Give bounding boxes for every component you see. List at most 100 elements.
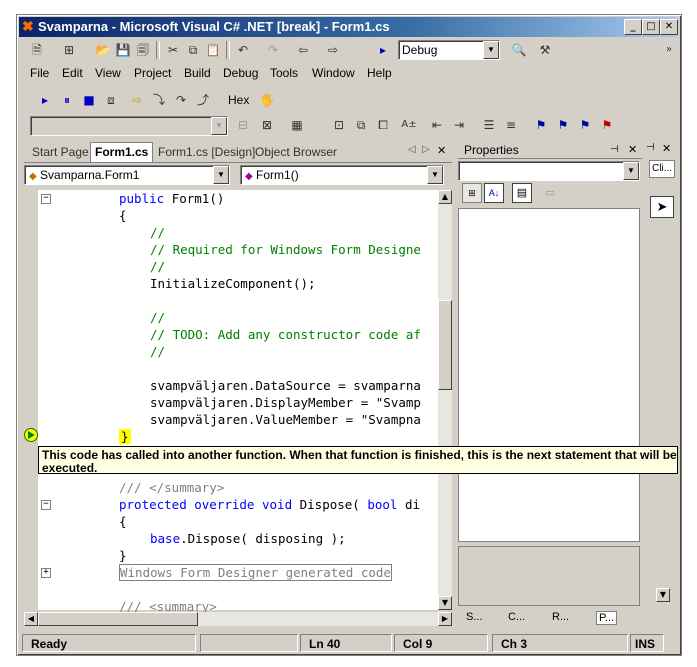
- pin-icon[interactable]: ⊣: [646, 142, 655, 153]
- stop-debugging-icon[interactable]: ■: [80, 91, 98, 109]
- toolbar-overflow-icon[interactable]: »: [660, 41, 678, 59]
- class-combo[interactable]: ◆ Svamparna.Form1 ▼: [24, 165, 230, 185]
- chevron-down-icon[interactable]: ▼: [427, 166, 443, 184]
- current-statement-arrow-icon[interactable]: [24, 428, 38, 442]
- scroll-left-icon[interactable]: ◀: [24, 612, 38, 626]
- menu-edit[interactable]: Edit: [62, 66, 83, 80]
- clipboard-ring-tab[interactable]: Cli...: [649, 160, 675, 178]
- categorized-icon[interactable]: ⊞: [462, 183, 482, 203]
- close-button[interactable]: ✕: [660, 19, 678, 35]
- menu-window[interactable]: Window: [312, 66, 355, 80]
- format-icon[interactable]: ⊠: [258, 116, 276, 134]
- editor-vertical-scrollbar[interactable]: ▲ ▼: [438, 190, 452, 610]
- tab-next-icon[interactable]: ▷: [422, 144, 430, 155]
- class-view-icon[interactable]: ⧉: [352, 116, 370, 134]
- tab-object-browser[interactable]: Object Browser: [251, 144, 341, 160]
- start-icon[interactable]: ▸: [374, 41, 392, 59]
- menu-file[interactable]: File: [30, 66, 49, 80]
- bookmark-icon[interactable]: ⊡: [330, 116, 348, 134]
- hex-toggle-button[interactable]: Hex: [228, 93, 249, 107]
- editor-horizontal-scrollbar[interactable]: ◀ ▶: [24, 612, 452, 626]
- alphabetical-icon[interactable]: A↓: [484, 183, 504, 203]
- menu-help[interactable]: Help: [367, 66, 392, 80]
- tab-form1-design[interactable]: Form1.cs [Design]: [154, 144, 259, 160]
- step-out-icon[interactable]: ⤴: [194, 91, 212, 109]
- navigate-back-icon[interactable]: ⇦: [294, 41, 312, 59]
- tab-prev-icon[interactable]: ◁: [408, 144, 416, 155]
- events-icon: ▭: [544, 187, 556, 199]
- pointer-icon[interactable]: ➤: [650, 196, 674, 218]
- solution-explorer-tab[interactable]: S...: [466, 611, 483, 623]
- code-line: //: [150, 224, 165, 241]
- pin-icon[interactable]: ⊣: [610, 142, 619, 158]
- comment-icon[interactable]: ☰: [480, 116, 498, 134]
- diagram-icon[interactable]: ⧠: [374, 116, 392, 134]
- font-size-icon[interactable]: A±: [400, 116, 418, 134]
- step-into-icon[interactable]: ⤵: [150, 91, 168, 109]
- solution-config-combo[interactable]: Debug ▼: [398, 40, 500, 60]
- uncomment-icon[interactable]: ≡: [502, 116, 520, 134]
- resource-view-tab[interactable]: R...: [552, 611, 569, 623]
- paste-icon[interactable]: 📋: [204, 41, 222, 59]
- break-all-icon[interactable]: ⏸: [58, 91, 76, 109]
- menu-build[interactable]: Build: [184, 66, 211, 80]
- show-next-statement-icon[interactable]: ⇨: [128, 91, 146, 109]
- clear-bookmarks-icon[interactable]: ⚑: [598, 116, 616, 134]
- indent-icon[interactable]: ⇥: [450, 116, 468, 134]
- code-token: //: [150, 225, 166, 240]
- step-over-icon[interactable]: ↷: [172, 91, 190, 109]
- code-token: base: [150, 531, 181, 546]
- scroll-down-icon[interactable]: ▼: [656, 588, 670, 602]
- breakpoints-icon[interactable]: 🖐: [258, 91, 276, 109]
- tab-start-page[interactable]: Start Page: [28, 144, 93, 160]
- properties-view-icon[interactable]: ▤: [512, 183, 532, 203]
- find-in-files-icon[interactable]: 🔍: [510, 41, 528, 59]
- restart-icon[interactable]: ⧈: [102, 91, 120, 109]
- copy-icon[interactable]: ⧉: [184, 41, 202, 59]
- properties-close-icon[interactable]: ✕: [628, 142, 637, 158]
- toolbox-close-icon[interactable]: ✕: [662, 142, 671, 155]
- minimize-button[interactable]: _: [624, 19, 642, 35]
- scroll-right-icon[interactable]: ▶: [438, 612, 452, 626]
- menu-view[interactable]: View: [95, 66, 121, 80]
- undo-icon[interactable]: ↶: [234, 41, 252, 59]
- add-item-icon[interactable]: ⊞: [60, 41, 78, 59]
- properties-description: [458, 546, 640, 606]
- menu-tools[interactable]: Tools: [270, 66, 298, 80]
- menu-project[interactable]: Project: [134, 66, 171, 80]
- grid-icon[interactable]: ▦: [288, 116, 306, 134]
- previous-bookmark-icon[interactable]: ⚑: [576, 116, 594, 134]
- properties-object-combo[interactable]: ▼: [458, 161, 640, 181]
- chevron-down-icon[interactable]: ▼: [213, 166, 229, 184]
- toggle-bookmark-icon[interactable]: ⚑: [532, 116, 550, 134]
- tab-close-icon[interactable]: ✕: [437, 144, 446, 157]
- new-project-icon[interactable]: 🗎: [28, 41, 46, 59]
- member-combo[interactable]: ◆ Form1() ▼: [240, 165, 444, 185]
- maximize-button[interactable]: □: [642, 19, 660, 35]
- open-file-icon[interactable]: 📂: [94, 41, 112, 59]
- properties-tab[interactable]: P...: [596, 611, 618, 625]
- cut-icon[interactable]: ✂: [164, 41, 182, 59]
- scroll-down-icon[interactable]: ▼: [438, 596, 452, 610]
- menu-debug[interactable]: Debug: [223, 66, 258, 80]
- tab-form1-cs[interactable]: Form1.cs: [90, 142, 154, 162]
- class-view-tab[interactable]: C...: [508, 611, 525, 623]
- indicator-margin[interactable]: [24, 190, 38, 610]
- outdent-icon[interactable]: ⇤: [428, 116, 446, 134]
- scroll-thumb[interactable]: [438, 300, 452, 390]
- save-all-icon[interactable]: 🗐: [134, 41, 152, 59]
- chevron-down-icon[interactable]: ▼: [623, 162, 639, 180]
- code-token: //: [150, 344, 166, 359]
- toolbox-icon[interactable]: ⚒: [536, 41, 554, 59]
- chevron-down-icon[interactable]: ▼: [483, 41, 499, 59]
- outline-collapse-icon[interactable]: +: [41, 568, 51, 578]
- continue-icon[interactable]: ▸: [36, 91, 54, 109]
- outline-collapse-icon[interactable]: −: [41, 194, 51, 204]
- next-bookmark-icon[interactable]: ⚑: [554, 116, 572, 134]
- hscroll-thumb[interactable]: [38, 612, 198, 626]
- properties-grid[interactable]: [458, 208, 640, 542]
- scroll-up-icon[interactable]: ▲: [438, 190, 452, 204]
- navigate-forward-icon[interactable]: ⇨: [324, 41, 342, 59]
- outline-collapse-icon[interactable]: −: [41, 500, 51, 510]
- save-icon[interactable]: 💾: [114, 41, 132, 59]
